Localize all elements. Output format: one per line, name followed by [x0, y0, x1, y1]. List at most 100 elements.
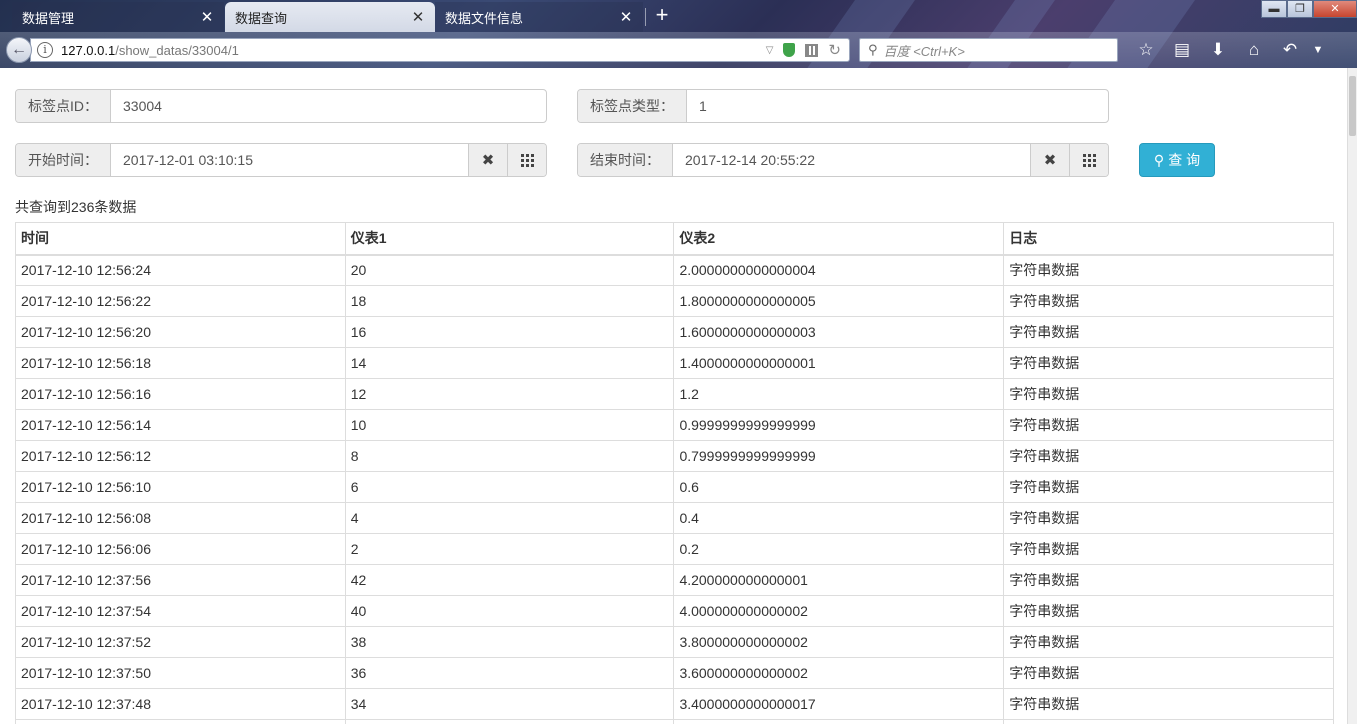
- table-cell: 2017-12-10 12:56:18: [15, 347, 346, 379]
- tag-type-group: 标签点类型： 1: [577, 89, 1109, 123]
- table-cell: 2017-12-10 12:37:48: [15, 688, 346, 720]
- tab-data-file-info[interactable]: 数据文件信息 ✕: [435, 2, 643, 32]
- start-time-input[interactable]: 2017-12-01 03:10:15: [111, 144, 468, 176]
- url-bar[interactable]: i 127.0.0.1 /show_datas/33004/1 ▽ ↻: [30, 38, 850, 62]
- reload-icon[interactable]: ↻: [828, 41, 841, 59]
- table-cell: 1.4000000000000001: [673, 347, 1005, 379]
- table-cell: 字符串数据: [1003, 626, 1334, 658]
- table-cell: 2017-12-10 12:56:24: [15, 254, 346, 286]
- tag-id-group: 标签点ID： 33004: [15, 89, 547, 123]
- tab-label: 数据管理: [22, 10, 75, 26]
- minimize-button[interactable]: ▬: [1261, 0, 1287, 18]
- menu-icon[interactable]: ☰: [1328, 40, 1357, 60]
- qr-code-icon[interactable]: [805, 43, 819, 57]
- table-cell: 字符串数据: [1003, 378, 1334, 410]
- url-path: /show_datas/33004/1: [115, 42, 239, 58]
- url-host: 127.0.0.1: [61, 42, 116, 58]
- table-cell: 4.000000000000002: [673, 595, 1005, 627]
- table-cell: [1003, 719, 1334, 724]
- table-cell: 2017-12-10 12:56:08: [15, 502, 346, 534]
- restore-button[interactable]: ❐: [1287, 0, 1313, 18]
- result-count: 共查询到236条数据: [15, 199, 137, 215]
- tab-data-query[interactable]: 数据查询 ✕: [225, 2, 435, 32]
- search-icon: ⚲: [868, 42, 878, 57]
- start-time-group: 开始时间： 2017-12-01 03:10:15 ✖: [15, 143, 547, 177]
- search-icon: ⚲: [1153, 151, 1165, 168]
- end-calendar-button[interactable]: [1069, 144, 1108, 176]
- table-cell: 2017-12-10 12:56:14: [15, 409, 346, 441]
- table-cell: 2017-12-10 12:56:10: [15, 471, 346, 503]
- table-cell: 4: [344, 502, 675, 534]
- bookmark-star-icon[interactable]: ☆: [1128, 40, 1164, 60]
- tag-id-input[interactable]: 33004: [111, 90, 546, 122]
- table-cell: 2017-12-10 12:37:50: [15, 657, 346, 689]
- home-icon[interactable]: ⌂: [1236, 40, 1272, 60]
- table-cell: 字符串数据: [1003, 316, 1334, 348]
- table-cell: 16: [344, 316, 675, 348]
- table-cell: 14: [344, 347, 675, 379]
- tab-label: 数据查询: [235, 10, 288, 26]
- scrollbar-thumb[interactable]: [1349, 76, 1356, 136]
- table-cell: 1.8000000000000005: [673, 285, 1005, 317]
- new-tab-button[interactable]: +: [650, 4, 674, 28]
- table-cell: 字符串数据: [1003, 347, 1334, 379]
- table-cell: 18: [344, 285, 675, 317]
- table-cell: 2017-12-10 12:56:16: [15, 378, 346, 410]
- table-cell: 0.2: [673, 533, 1005, 565]
- table-cell: 字符串数据: [1003, 254, 1334, 286]
- end-time-label: 结束时间：: [578, 144, 673, 176]
- dropdown-triangle-icon[interactable]: ▽: [766, 45, 774, 56]
- tab-separator: [645, 8, 646, 26]
- back-button[interactable]: ←: [6, 37, 32, 63]
- column-header: 仪表1: [344, 222, 675, 256]
- table-row: 2017-12-10 12:56:22 18 1.8000000000000005 字…: [15, 285, 1334, 317]
- tag-type-input[interactable]: 1: [687, 90, 1108, 122]
- table-cell: 12: [344, 378, 675, 410]
- table-row: 2017-12-10 12:56:24 20 2.0000000000000004 字…: [15, 254, 1334, 286]
- page-scrollbar[interactable]: [1347, 68, 1357, 724]
- search-input[interactable]: ⚲ 百度 <Ctrl+K>: [859, 38, 1118, 62]
- close-icon[interactable]: ✕: [617, 8, 635, 26]
- tab-data-management[interactable]: 数据管理 ✕: [12, 2, 224, 32]
- end-time-input[interactable]: 2017-12-14 20:55:22: [673, 144, 1030, 176]
- back-arrow-icon: ←: [11, 41, 27, 58]
- table-cell: 2017-12-10 12:37:56: [15, 564, 346, 596]
- column-header: 时间: [15, 222, 346, 256]
- calendar-grid-icon: [1082, 153, 1096, 167]
- clear-start-button[interactable]: ✖: [468, 144, 507, 176]
- window-close-button[interactable]: ✕: [1313, 0, 1357, 18]
- shield-icon[interactable]: [783, 43, 796, 57]
- clear-end-button[interactable]: ✖: [1030, 144, 1069, 176]
- site-info-icon[interactable]: i: [37, 42, 53, 58]
- query-button-label: 查 询: [1168, 152, 1201, 168]
- undo-icon[interactable]: ↶: [1272, 40, 1308, 60]
- download-icon[interactable]: ⬇: [1200, 40, 1236, 60]
- chevron-down-icon[interactable]: ▼: [1308, 40, 1328, 60]
- table-cell: 0.4: [673, 502, 1005, 534]
- table-cell: 2: [344, 533, 675, 565]
- query-button[interactable]: ⚲ 查 询: [1139, 143, 1215, 177]
- close-icon: ✖: [481, 152, 495, 169]
- table-row: 2017-12-10 12:56:12 8 0.7999999999999999 字符…: [15, 440, 1334, 472]
- browser-chrome: 数据管理 ✕ 数据查询 ✕ 数据文件信息 ✕ + ▬ ❐ ✕ i 127.0.0…: [0, 0, 1357, 68]
- tab-label: 数据文件信息: [445, 10, 524, 26]
- table-row: 2017-12-10 12:56:10 6 0.6 字符串数据: [15, 471, 1334, 503]
- reading-list-icon[interactable]: ▤: [1164, 40, 1200, 60]
- table-cell: 字符串数据: [1003, 471, 1334, 503]
- table-cell: 0.9999999999999999: [673, 409, 1005, 441]
- close-icon[interactable]: ✕: [409, 8, 427, 26]
- table-row: 2017-12-10 12:37:56 42 4.200000000000001 字符…: [15, 564, 1334, 596]
- table-cell: 2017-12-10 12:56:20: [15, 316, 346, 348]
- table-cell: 字符串数据: [1003, 564, 1334, 596]
- table-cell: 3.600000000000002: [673, 657, 1005, 689]
- start-calendar-button[interactable]: [507, 144, 546, 176]
- close-icon[interactable]: ✕: [198, 8, 216, 26]
- window-controls: ▬ ❐ ✕: [1261, 0, 1357, 18]
- tag-id-label: 标签点ID：: [16, 90, 111, 122]
- table-row: 2017-12-10 12:37:48 34 3.4000000000000017 字…: [15, 688, 1334, 720]
- table-row: 2017-12-10 12:56:14 10 0.9999999999999999 字…: [15, 409, 1334, 441]
- table-cell: 20: [344, 254, 675, 286]
- table-cell: 36: [344, 657, 675, 689]
- data-table: 时间 仪表1 仪表2 日志 2017-12-10 12:56:24 20 2.000000…: [15, 222, 1334, 724]
- table-header-row: 时间 仪表1 仪表2 日志: [15, 222, 1334, 256]
